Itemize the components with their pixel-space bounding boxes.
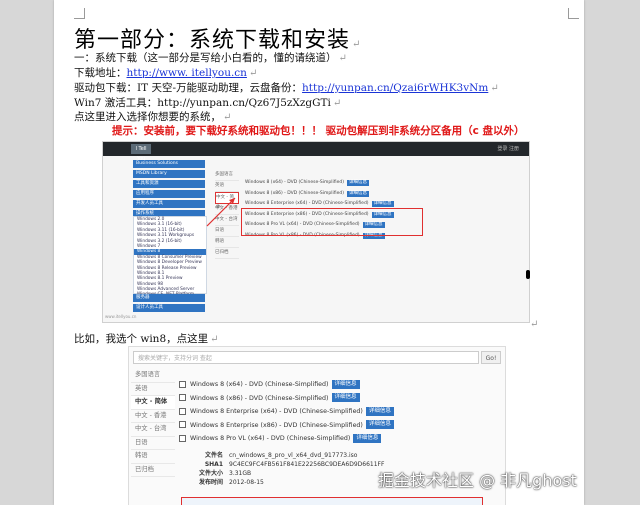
itellyou-link[interactable]: http://www. itellyou.cn (127, 67, 247, 79)
detail-button[interactable]: 详细信息 (353, 433, 382, 443)
file-list: Windows 8 (x64) - DVD (Chinese-Simplifie… (179, 378, 499, 446)
paragraph-mark: ↵ (530, 319, 539, 330)
line-driver: 驱动包下载：IT 天空-万能驱动助理，云盘备份：http://yunpan.cn… (74, 82, 499, 94)
watermark: 掘金技术社区 @ 非凡ghost (378, 471, 577, 490)
file-row: Windows 8 Enterprise (x86) - DVD (Chines… (179, 419, 499, 433)
file-name[interactable]: Windows 8 Enterprise (x64) - DVD (Chines… (190, 408, 363, 415)
search-input[interactable]: 搜索关键字，支持分词 查起 (133, 351, 479, 364)
language-tab[interactable]: 英语 (131, 383, 175, 396)
itellyou-screenshot: I Tell You 登录 注册 Business Solutions MSDN … (102, 141, 530, 323)
detail-button[interactable]: 详细信息 (331, 379, 360, 389)
category-item[interactable]: 工具和资源 (133, 180, 205, 188)
arrow-annotation (206, 197, 236, 227)
tip-text: 提示：安装前，要下载好系统和驱动包！！！ 驱动包解压到非系统分区备用（c 盘以外… (112, 125, 525, 137)
category-item[interactable]: 开发人员工具 (133, 200, 205, 208)
language-tab[interactable]: 韩语 (131, 450, 175, 464)
detail-button[interactable]: 详细信息 (371, 201, 394, 207)
detail-button[interactable]: 详细信息 (365, 406, 394, 416)
corner-mark-left (74, 8, 85, 19)
language-tab[interactable]: 已归档 (215, 248, 239, 259)
file-name[interactable]: Windows 8 Enterprise (x64) - DVD (Chines… (245, 201, 369, 206)
detail-button[interactable]: 详细信息 (346, 180, 369, 186)
site-header: I Tell You 登录 注册 (103, 142, 529, 162)
checkbox[interactable] (179, 407, 186, 415)
document-page: 第一部分：系统下载和安装 ↵ 一：系统下载（这一部分是写给小白看的，懂的请绕道） ↵… (54, 0, 584, 505)
file-name[interactable]: Windows 8 (x64) - DVD (Chinese-Simplifie… (190, 381, 329, 388)
file-row: Windows 8 Enterprise (x64) - DVD (Chines… (179, 405, 499, 419)
file-row: Windows 8 (x86) - DVD (Chinese-Simplifie… (245, 189, 425, 200)
os-list: Windows 2.0 Windows 3.1 (16-bit) Windows 3… (133, 216, 207, 297)
language-tab[interactable]: 已归档 (131, 464, 175, 477)
os-list-item[interactable]: Windows 8 Developer Preview (134, 260, 206, 265)
line-activation: Win7 激活工具：http://yunpan.cn/Qz67J5zXzgGTi… (74, 97, 342, 109)
go-button[interactable]: Go! (481, 351, 501, 364)
site-login: 登录 注册 (497, 146, 519, 152)
file-row: Windows 8 (x64) - DVD (Chinese-Simplifie… (179, 378, 499, 392)
site-logo: I Tell You (131, 144, 151, 162)
category-menu-bottom: 服务器 设计人员工具 (133, 294, 205, 314)
checkbox[interactable] (179, 434, 186, 442)
file-name[interactable]: Windows 8 Pro VL (x64) - DVD (Chinese-Si… (190, 435, 350, 442)
category-item[interactable]: 应用程序 (133, 190, 205, 198)
file-name[interactable]: Windows 8 (x86) - DVD (Chinese-Simplifie… (190, 395, 329, 402)
detail-button[interactable]: 详细信息 (331, 393, 360, 402)
checkbox[interactable] (179, 394, 186, 401)
line-intro: 一：系统下载（这一部分是写给小白看的，懂的请绕道） ↵ (74, 52, 347, 64)
language-tab[interactable]: 中文 - 台湾 (131, 423, 175, 437)
ink-mark (526, 270, 530, 279)
language-tab[interactable]: 日语 (131, 437, 175, 450)
category-menu: Business Solutions MSDN Library 工具和资源应用程序开… (133, 160, 205, 220)
detail-button[interactable]: 详细信息 (365, 420, 394, 429)
language-tab[interactable]: 多国语言 (131, 369, 175, 383)
file-row: Windows 8 (x64) - DVD (Chinese-Simplifie… (245, 178, 425, 189)
highlight-box (241, 208, 423, 236)
category-item[interactable]: 服务器 (133, 294, 205, 302)
language-tab[interactable]: 中文 - 简体 (131, 396, 175, 410)
detail-button[interactable]: 详细信息 (346, 190, 369, 197)
checkbox[interactable] (179, 421, 186, 428)
language-tab[interactable]: 多国语言 (215, 170, 239, 181)
line-select-system: 点这里进入选择你想要的系统， ↵ (74, 111, 232, 123)
checkbox[interactable] (179, 380, 186, 388)
corner-mark-right (568, 8, 579, 19)
file-name[interactable]: Windows 8 (x86) - DVD (Chinese-Simplifie… (245, 191, 344, 196)
file-row: Windows 8 (x86) - DVD (Chinese-Simplifie… (179, 392, 499, 406)
yunpan-link[interactable]: http://yunpan.cn/Qzai6rWHK3vNm (302, 82, 488, 94)
line-download-url: 下载地址：http://www. itellyou.cn ↵ (74, 67, 258, 79)
line-example: 比如，我选个 win8，点这里 ↵ (74, 333, 219, 345)
category-item[interactable]: MSDN Library (133, 170, 205, 178)
file-row: Windows 8 Pro VL (x64) - DVD (Chinese-Si… (179, 432, 499, 446)
language-list: 多国语言 英语 中文 - 简体 中文 - 香港 中文 - 台湾 日语 韩语 已归档 (131, 369, 175, 477)
file-name[interactable]: Windows 8 Enterprise (x86) - DVD (Chines… (190, 422, 363, 429)
language-tab[interactable]: 中文 - 香港 (131, 410, 175, 423)
file-name[interactable]: Windows 8 (x64) - DVD (Chinese-Simplifie… (245, 180, 344, 185)
screenshot-caption: www.itellyou.cn (105, 314, 137, 319)
category-item[interactable]: Business Solutions (133, 160, 205, 168)
language-tab[interactable]: 韩语 (215, 237, 239, 248)
download-highlight (181, 497, 483, 505)
category-item[interactable]: 设计人员工具 (133, 304, 205, 312)
file-detail: 文件名 cn_windows_8_pro_vl_x64_dvd_917773.is… (198, 452, 385, 486)
